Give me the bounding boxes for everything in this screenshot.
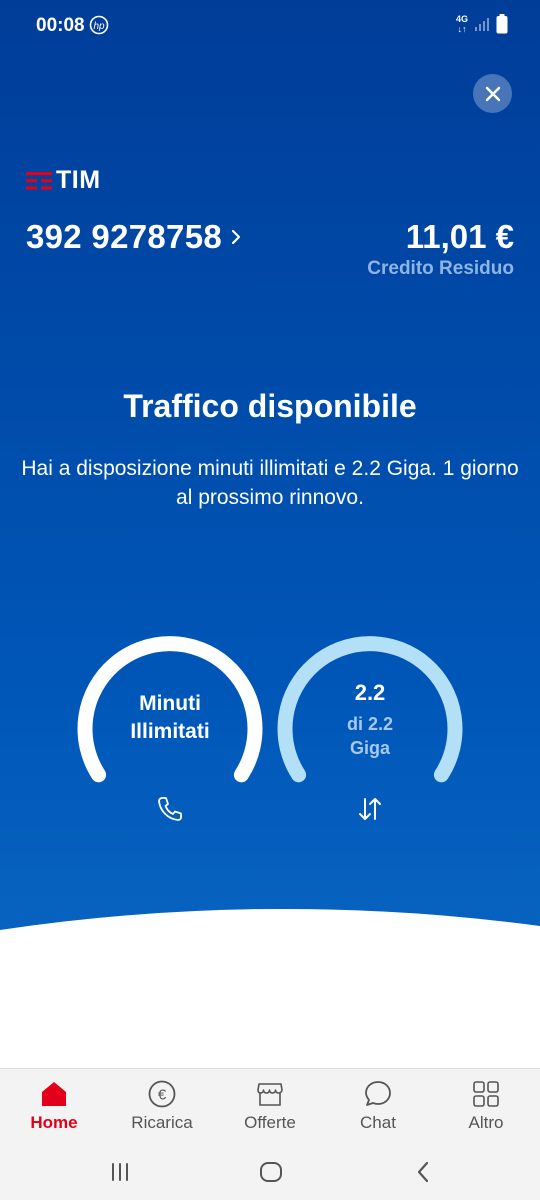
minutes-gauge[interactable]: Minuti Illimitati: [75, 622, 265, 792]
home-circle-icon[interactable]: [257, 1158, 285, 1186]
nav-ricarica[interactable]: € Ricarica: [108, 1069, 216, 1145]
status-bar: 00:08 hp 4G ↓↑: [0, 0, 540, 52]
traffic-title: Traffico disponibile: [123, 388, 417, 424]
nav-offerte[interactable]: Offerte: [216, 1069, 324, 1145]
phone-number-link[interactable]: 392 9278758: [26, 218, 242, 256]
svg-text:hp: hp: [93, 21, 105, 32]
nav-altro-label: Altro: [468, 1113, 504, 1132]
chevron-right-icon: [231, 229, 241, 245]
nav-home[interactable]: Home: [0, 1069, 108, 1145]
signal-icon: [475, 18, 489, 31]
back-icon[interactable]: [410, 1158, 438, 1186]
credit-value: 11,01 €: [405, 218, 514, 255]
chat-icon: [365, 1081, 391, 1106]
svg-text:€: €: [158, 1087, 167, 1104]
nav-altro[interactable]: Altro: [432, 1069, 540, 1145]
data-gauge-value: 2.2: [354, 680, 386, 705]
wave-divider: [0, 908, 540, 1020]
transfer-arrows-icon: [359, 798, 381, 820]
data-gauge-total: di 2.2: [346, 714, 394, 734]
nav-ricarica-label: Ricarica: [131, 1113, 193, 1132]
euro-icon: €: [148, 1080, 176, 1108]
close-icon: [485, 86, 500, 101]
credit-label: Credito Residuo: [367, 258, 514, 279]
system-nav-bar: [0, 1144, 540, 1200]
nav-chat[interactable]: Chat: [324, 1069, 432, 1145]
phone-icon: [158, 797, 182, 821]
data-gauge[interactable]: 2.2 di 2.2 Giga: [275, 622, 465, 792]
battery-icon: [496, 14, 508, 34]
nav-chat-label: Chat: [360, 1113, 396, 1132]
store-icon: [257, 1083, 283, 1106]
network-label: 4G ↓↑: [455, 14, 468, 34]
traffic-description: Hai a disposizione minuti illimitati e 2…: [21, 457, 519, 509]
phone-number: 392 9278758: [26, 218, 222, 255]
status-time: 00:08: [36, 15, 85, 36]
brand-name: TIM: [56, 166, 101, 194]
tim-logo-mark: [26, 171, 52, 190]
nav-home-label: Home: [30, 1113, 78, 1132]
nav-offerte-label: Offerte: [244, 1113, 296, 1132]
close-button[interactable]: [473, 74, 512, 113]
data-gauge-unit: Giga: [349, 738, 390, 758]
home-icon: [42, 1082, 66, 1106]
minutes-gauge-line1: Minuti: [139, 692, 201, 715]
grid-icon: [473, 1081, 499, 1107]
tim-logo: TIM: [26, 166, 101, 195]
minutes-gauge-line2: Illimitati: [130, 720, 210, 743]
hp-icon: hp: [89, 15, 109, 35]
recents-icon[interactable]: [106, 1158, 134, 1186]
bottom-nav: Home € Ricarica Offerte Chat Altro: [0, 1068, 540, 1144]
